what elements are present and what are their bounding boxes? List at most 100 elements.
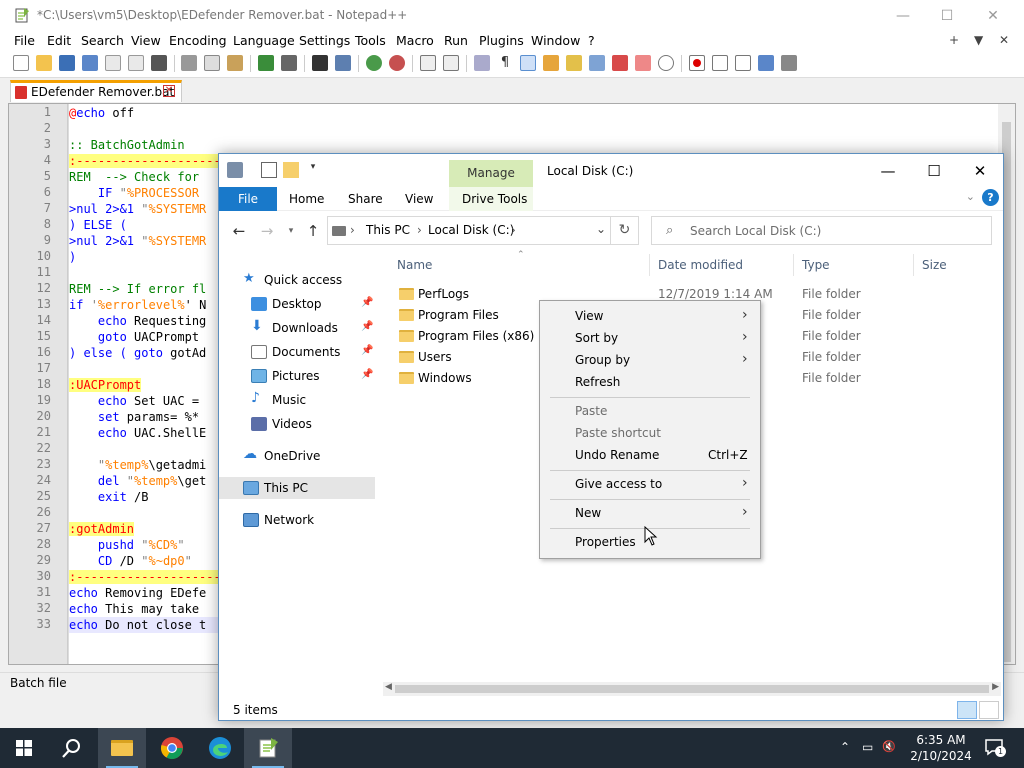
menu-window[interactable]: Window	[531, 33, 580, 48]
ribbon-tab-drive-tools[interactable]: Drive Tools	[462, 192, 527, 206]
replace-icon[interactable]	[335, 55, 351, 71]
column-divider[interactable]	[649, 254, 650, 276]
ribbon-tab-view[interactable]: View	[405, 192, 433, 206]
column-divider[interactable]	[793, 254, 794, 276]
address-dropdown-icon[interactable]: ⌄	[596, 222, 606, 236]
code-line[interactable]: echo UAC.ShellE	[69, 425, 206, 441]
menu-run[interactable]: Run	[444, 33, 468, 48]
menu-language[interactable]: Language	[233, 33, 295, 48]
notepad-title-bar[interactable]: *C:\Users\vm5\Desktop\EDefender Remover.…	[0, 0, 1024, 32]
menu-view[interactable]: View	[131, 33, 161, 48]
column-header-type[interactable]: Type	[802, 258, 830, 272]
recent-locations-icon[interactable]: ▾	[281, 221, 301, 241]
explorer-minimize-button[interactable]: —	[865, 154, 911, 187]
explorer-maximize-button[interactable]: ☐	[911, 154, 957, 187]
close-tab-icon[interactable]: ✕	[163, 85, 175, 97]
volume-muted-icon[interactable]: 🔇	[882, 740, 896, 753]
nav-desktop[interactable]: Desktop 📌	[219, 293, 375, 315]
nav-quick-access[interactable]: ★ Quick access	[219, 269, 375, 291]
menu-settings[interactable]: Settings	[299, 33, 350, 48]
code-line[interactable]: @echo off	[69, 105, 134, 121]
notepad-minimize-button[interactable]: —	[880, 0, 926, 32]
code-line[interactable]: >nul 2>&1 "%SYSTEMR	[69, 201, 206, 217]
menu-file[interactable]: File	[14, 33, 35, 48]
paste-icon[interactable]	[227, 55, 243, 71]
copy-icon[interactable]	[204, 55, 220, 71]
scroll-left-icon[interactable]: ◀	[385, 682, 392, 692]
zoom-in-icon[interactable]	[366, 55, 382, 71]
close-all-icon[interactable]	[128, 55, 144, 71]
menu-tools[interactable]: Tools	[355, 33, 386, 48]
large-icons-view-icon[interactable]	[979, 701, 999, 719]
scroll-right-icon[interactable]: ▶	[992, 682, 999, 692]
doc-map-icon[interactable]	[566, 55, 582, 71]
new-tab-icon[interactable]: +	[949, 33, 959, 47]
menu-encoding[interactable]: Encoding	[169, 33, 227, 48]
code-line[interactable]: REM --> If error fl	[69, 281, 206, 297]
code-line[interactable]: pushd "%CD%"	[69, 537, 185, 553]
notepad-maximize-button[interactable]: ☐	[924, 0, 970, 32]
save-icon[interactable]	[59, 55, 75, 71]
nav-pictures[interactable]: Pictures 📌	[219, 365, 375, 387]
function-list-icon[interactable]	[589, 55, 605, 71]
breadcrumb-local-disk[interactable]: Local Disk (C:)	[428, 223, 514, 237]
code-line[interactable]: del "%temp%\get	[69, 473, 206, 489]
word-wrap-icon[interactable]	[474, 55, 490, 71]
open-file-icon[interactable]	[36, 55, 52, 71]
code-line[interactable]: set params= %*	[69, 409, 199, 425]
nav-this-pc[interactable]: This PC	[219, 477, 375, 499]
nav-onedrive[interactable]: ☁ OneDrive	[219, 445, 375, 467]
menu-macro[interactable]: Macro	[396, 33, 434, 48]
pin-icon[interactable]: 📌	[361, 345, 373, 356]
file-list-horizontal-scrollbar[interactable]: ◀ ▶	[383, 682, 1001, 696]
code-line[interactable]: echo Requesting	[69, 313, 206, 329]
sync-horizontal-icon[interactable]	[443, 55, 459, 71]
column-header-name[interactable]: Name	[397, 258, 432, 272]
taskbar-notepadpp[interactable]	[244, 728, 292, 768]
tab-edefender-remover[interactable]: EDefender Remover.bat ✕	[10, 80, 182, 102]
code-line[interactable]: if '%errorlevel%' N	[69, 297, 206, 313]
help-icon[interactable]: ?	[982, 189, 999, 206]
quick-access-dropdown-icon[interactable]: ▾	[305, 162, 321, 178]
save-all-icon[interactable]	[82, 55, 98, 71]
nav-documents[interactable]: Documents 📌	[219, 341, 375, 363]
find-icon[interactable]	[312, 55, 328, 71]
menu-item-refresh[interactable]: Refresh	[542, 371, 758, 393]
nav-videos[interactable]: Videos	[219, 413, 375, 435]
code-line[interactable]: :: BatchGotAdmin	[69, 137, 185, 153]
code-line[interactable]: echo Removing EDefe	[69, 585, 206, 601]
system-clock[interactable]: 6:35 AM 2/10/2024	[904, 732, 978, 764]
notification-center-button[interactable]: 1	[984, 737, 1006, 757]
menu-help[interactable]: ?	[588, 33, 595, 48]
menu-edit[interactable]: Edit	[47, 33, 71, 48]
eye-icon[interactable]	[658, 55, 674, 71]
explorer-close-button[interactable]: ✕	[957, 154, 1003, 187]
menu-item-group-by[interactable]: Group by ›	[542, 349, 758, 371]
close-doc-icon[interactable]: ✕	[999, 33, 1009, 47]
close-file-icon[interactable]	[105, 55, 121, 71]
code-line[interactable]: )	[69, 249, 76, 265]
ribbon-tab-file[interactable]: File	[219, 187, 277, 211]
code-line[interactable]: echo This may take	[69, 601, 199, 617]
code-line[interactable]: ) else ( goto gotAd	[69, 345, 206, 361]
code-line[interactable]: CD /D "%~dp0"	[69, 553, 192, 569]
details-view-icon[interactable]	[957, 701, 977, 719]
tab-list-icon[interactable]: ▼	[974, 33, 983, 47]
explorer-title-bar[interactable]: ▾ Manage Local Disk (C:) — ☐ ✕	[219, 154, 1003, 188]
record-macro-icon[interactable]	[689, 55, 705, 71]
search-box[interactable]: ⌕	[651, 216, 992, 245]
code-line[interactable]: "%temp%\getadmi	[69, 457, 206, 473]
taskbar-search-button[interactable]	[48, 728, 96, 768]
show-hidden-icons-icon[interactable]: ⌃	[840, 740, 850, 754]
nav-downloads[interactable]: ⬇ Downloads 📌	[219, 317, 375, 339]
code-line[interactable]: :gotAdmin	[69, 521, 135, 537]
breadcrumb-this-pc[interactable]: This PC	[366, 223, 410, 237]
sync-vertical-icon[interactable]	[420, 55, 436, 71]
scrollbar-thumb[interactable]	[395, 685, 989, 693]
new-file-icon[interactable]	[13, 55, 29, 71]
expand-ribbon-icon[interactable]: ⌄	[966, 190, 975, 203]
code-line[interactable]: echo Set UAC =	[69, 393, 199, 409]
notepad-close-button[interactable]: ✕	[970, 0, 1016, 32]
column-header-size[interactable]: Size	[922, 258, 947, 272]
taskbar-chrome[interactable]	[148, 728, 196, 768]
